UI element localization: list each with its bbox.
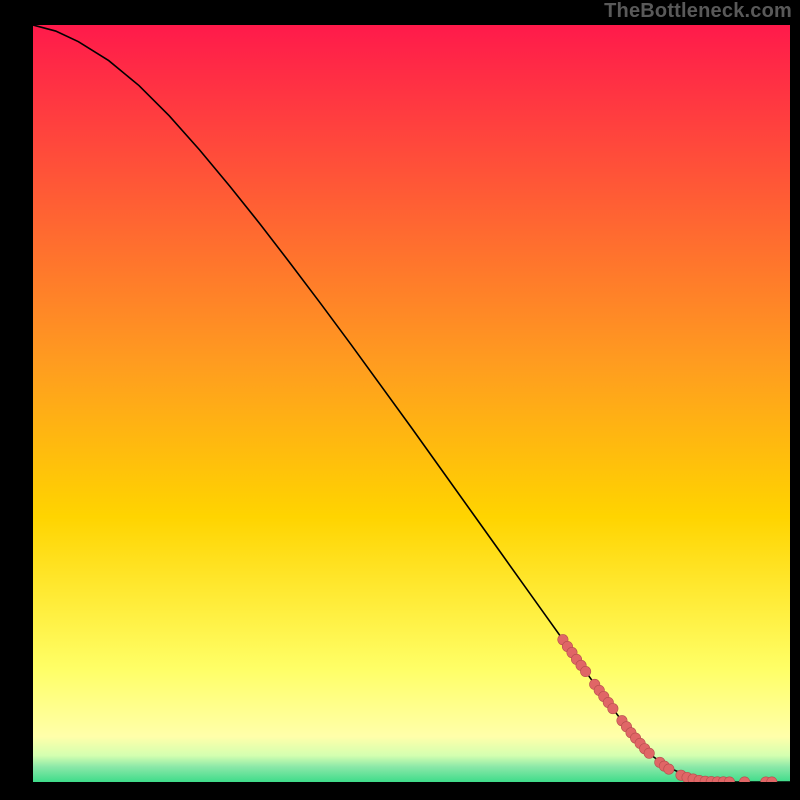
watermark-text: TheBottleneck.com [604,0,792,23]
data-marker [608,703,618,713]
chart-area [33,25,790,782]
chart-svg [33,25,790,782]
gradient-background [33,25,790,782]
data-marker [664,764,674,774]
data-marker [580,666,590,676]
data-marker [644,748,654,758]
